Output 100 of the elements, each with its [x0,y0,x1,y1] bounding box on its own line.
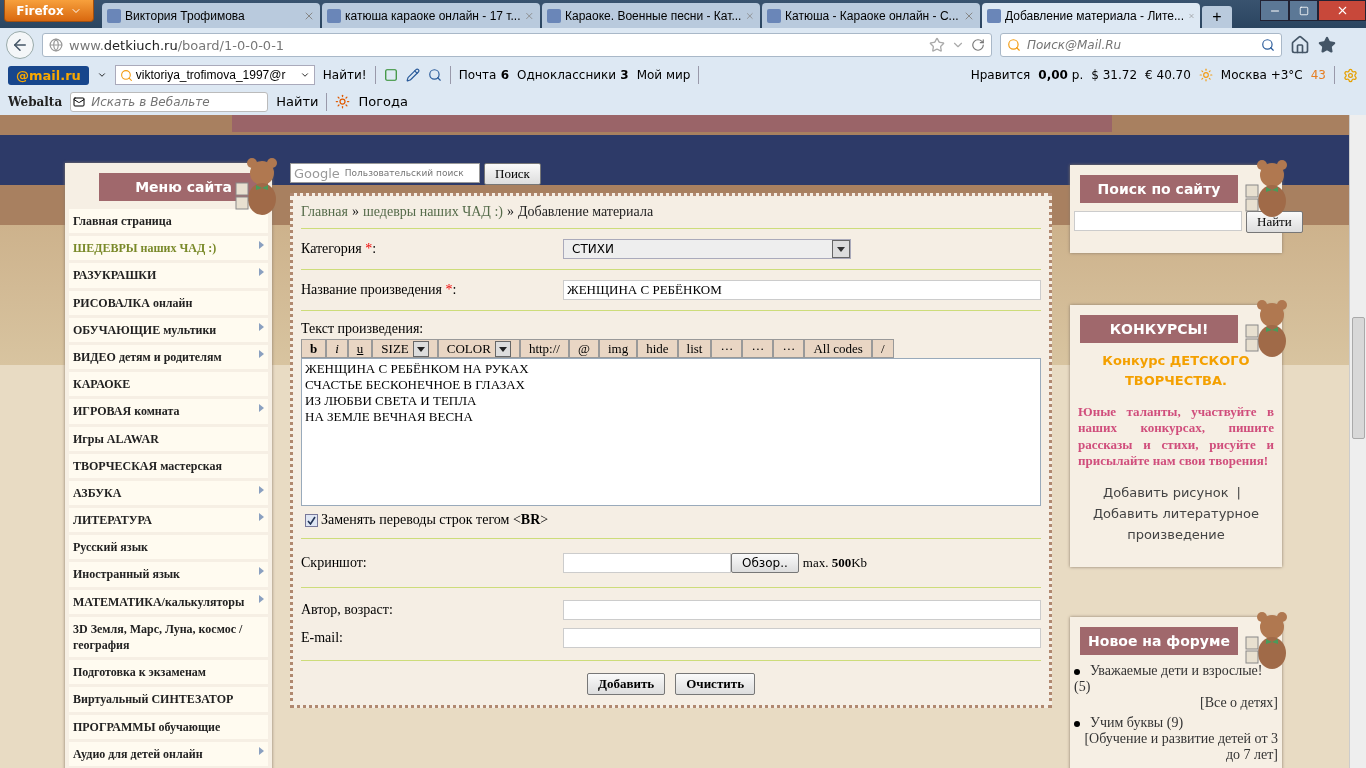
minimize-button[interactable] [1260,0,1289,21]
editor-toolbar-button[interactable]: ··· [773,339,805,358]
balance-text[interactable]: 0,00 р. [1038,68,1084,82]
search-icon[interactable] [1261,38,1275,52]
weather-link[interactable]: Погода [358,94,408,109]
browser-tab[interactable]: катюша караоке онлайн - 17 т... [322,3,540,28]
editor-toolbar-button[interactable]: http:// [519,339,569,358]
search-input[interactable]: Поиск@Mail.Ru [1025,37,1257,53]
editor-toolbar-button[interactable]: img [598,339,638,358]
menu-item[interactable]: ОБУЧАЮЩИЕ мультики [69,317,268,342]
menu-item[interactable]: ВИДЕО детям и родителям [69,344,268,370]
maximize-button[interactable] [1289,0,1318,21]
menu-item[interactable]: Русский язык [69,535,268,560]
submit-button[interactable]: Добавить [586,673,666,695]
menu-item[interactable]: ИГРОВАЯ комната [69,399,268,424]
menu-item[interactable]: Главная страница [69,209,268,234]
add-literature-link[interactable]: Добавить литературное произведение [1074,503,1278,546]
mail-logo[interactable]: @mail.ru [8,65,89,85]
editor-toolbar-button[interactable]: SIZE [372,339,438,358]
menu-item[interactable]: Игры ALAWAR [69,426,268,451]
editor-toolbar-button[interactable]: i [326,339,348,358]
menu-item[interactable]: ЛИТЕРАТУРА [69,508,268,533]
toolbar-link[interactable]: Почта 6 [458,68,509,82]
breadcrumb-link[interactable]: Главная [301,204,348,220]
breadcrumb-link[interactable]: шедевры наших ЧАД :) [363,204,503,220]
pencil-icon[interactable] [405,68,420,82]
editor-toolbar-button[interactable]: hide [637,339,678,358]
browser-tab[interactable]: Виктория Трофимова [102,3,320,28]
forum-topic[interactable]: Учим буквы (9) [1074,715,1278,732]
menu-item[interactable]: ТВОРЧЕСКАЯ мастерская [69,453,268,478]
envelope-icon [73,95,86,108]
menu-item[interactable]: ШЕДЕВРЫ наших ЧАД :) [69,236,268,261]
settings-icon[interactable] [1343,67,1358,83]
search-input[interactable]: Искать в Вебальте [89,93,266,110]
address-bar[interactable]: www.detkiuch.ru/board/1-0-0-0-1 [42,33,992,57]
likes-link[interactable]: Нравится [970,68,1031,82]
menu-item[interactable]: ПРОГРАММЫ обучающие [69,714,268,739]
bookmark-star-icon[interactable] [929,37,945,53]
menu-item[interactable]: КАРАОКЕ [69,372,268,397]
text-area[interactable]: ЖЕНЩИНА С РЕБЁНКОМ НА РУКАХ СЧАСТЬЕ БЕСКОНЕЧНОЕ В ГЛАЗАХ ИЗ ЛЮБВИ СВЕТА И ТЕПЛА НА ЗЕМЛЕ ВЕЧНАЯ ВЕСНА [301,358,1041,506]
eur-rate-text: € 40.70 [1145,68,1191,82]
forum-section-link[interactable]: [Обучение и развитие детей от 3 до 7 лет] [1074,731,1278,764]
menu-item[interactable]: Виртуальный СИНТЕЗАТОР [69,687,268,712]
site-search-field[interactable] [1074,211,1242,231]
editor-toolbar-button[interactable]: All codes [804,339,872,358]
checkbox[interactable] [305,513,318,527]
menu-item[interactable]: РИСОВАЛКА онлайн [69,290,268,315]
forum-section-link[interactable]: [Все о детях] [1074,695,1278,712]
weather-text[interactable]: Москва +3°C [1220,68,1303,82]
forum-topic[interactable]: Уважаемые дети и взрослые! (5) [1074,663,1278,696]
block-title: КОНКУРСЫ! [1080,315,1238,343]
new-tab-button[interactable]: + [1202,6,1232,28]
editor-toolbar-button[interactable]: list [677,339,712,358]
scrollbar[interactable] [1349,115,1366,768]
editor-toolbar-button[interactable]: @ [568,339,599,358]
menu-item[interactable]: АЗБУКА [69,480,268,506]
back-button[interactable] [6,31,34,59]
home-icon[interactable] [1290,35,1310,55]
contest-heading: Конкурс ДЕТСКОГО ТВОРЧЕСТВА. [1101,352,1251,390]
email-field[interactable] [563,628,1041,648]
block-title: Новое на форуме [1080,627,1238,656]
field-label: Категория *: [301,241,378,257]
author-field[interactable] [563,600,1041,620]
close-button[interactable] [1318,0,1366,21]
browser-tab[interactable]: Добавление материала - Лите... [982,3,1200,28]
menu-item[interactable]: РАЗУКРАШКИ [69,263,268,288]
browser-tab[interactable]: Катюша - Караоке онлайн - С... [762,3,980,28]
reload-icon[interactable] [971,38,985,52]
browser-tab[interactable]: Караоке. Военные песни - Кат... [542,3,760,28]
webalta-search-bar[interactable]: Искать в Вебальте [70,91,269,112]
find-button[interactable]: Найти! [322,68,367,82]
file-field[interactable] [563,553,731,573]
clear-button[interactable]: Очистить [675,673,756,695]
toolbar-link[interactable]: Мой мир [636,68,691,82]
title-field[interactable]: ЖЕНЩИНА С РЕБЁНКОМ [563,280,1041,300]
search-button[interactable]: Поиск [484,163,541,185]
editor-toolbar-button[interactable]: ··· [742,339,774,358]
find-button[interactable]: Найти [276,94,319,109]
submenu-arrow-icon [259,567,264,576]
account-select[interactable]: viktoriya_trofimova_1997@r [114,65,315,85]
bookmarks-icon[interactable] [1318,36,1336,54]
editor-toolbar-button[interactable]: b [301,339,327,358]
dropdown-icon [412,340,429,357]
browse-button[interactable]: Обзор.. [731,553,799,573]
menu-item[interactable]: Подготовка к экзаменам [69,660,268,685]
menu-item[interactable]: Иностранный язык [69,562,268,587]
editor-toolbar-button[interactable]: COLOR [437,339,520,358]
find-button[interactable]: Найти [1246,211,1303,233]
caret-icon[interactable] [96,70,107,80]
menu-item[interactable]: МАТЕМАТИКА/калькуляторы [69,589,268,614]
editor-toolbar-button[interactable]: u [347,339,373,358]
editor-toolbar-button[interactable]: ··· [711,339,743,358]
toolbar-link[interactable]: Одноклассники 3 [517,68,629,82]
add-drawing-link[interactable]: Добавить рисунок [1103,483,1229,504]
editor-toolbar-button[interactable]: / [871,339,894,358]
menu-item[interactable]: 3D Земля, Марс, Луна, космос / география [69,616,268,658]
search-field[interactable]: Поиск@Mail.Ru [1000,33,1282,57]
category-select[interactable]: СТИХИ [563,239,851,259]
webalta-logo[interactable]: Webalta [8,94,63,109]
menu-item[interactable]: Аудио для детей онлайн [69,741,268,766]
